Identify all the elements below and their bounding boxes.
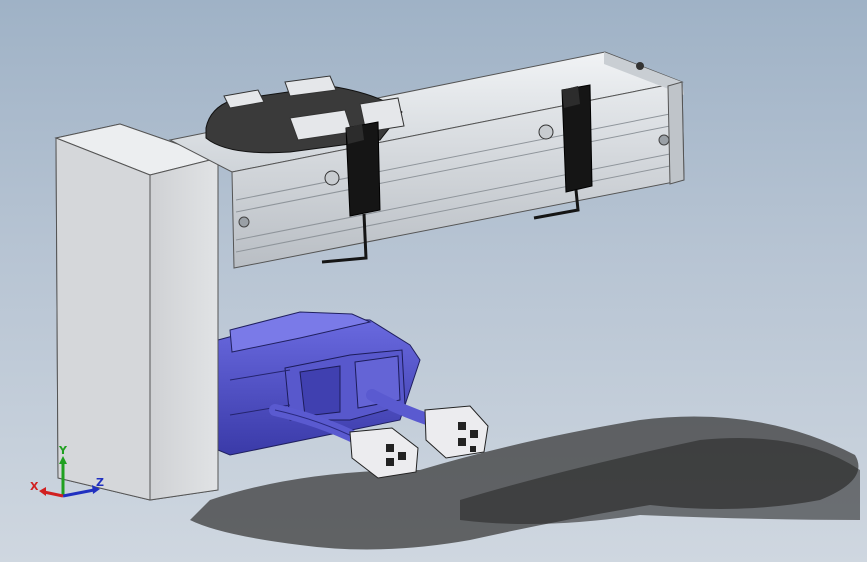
y-axis-label: Y	[58, 444, 68, 457]
x-axis-label: X	[30, 480, 39, 493]
cable-connector-1[interactable]	[349, 427, 419, 479]
coordinate-triad-icon: Y Z X	[30, 444, 104, 498]
z-axis-label: Z	[96, 476, 104, 489]
reference-triad: Y Z X	[30, 444, 104, 498]
cad-model-scene[interactable]	[0, 0, 867, 562]
graphics-viewport[interactable]: Y Z X	[0, 0, 867, 562]
cable-connector-2[interactable]	[424, 405, 489, 459]
linear-module-rail[interactable]	[168, 51, 685, 269]
